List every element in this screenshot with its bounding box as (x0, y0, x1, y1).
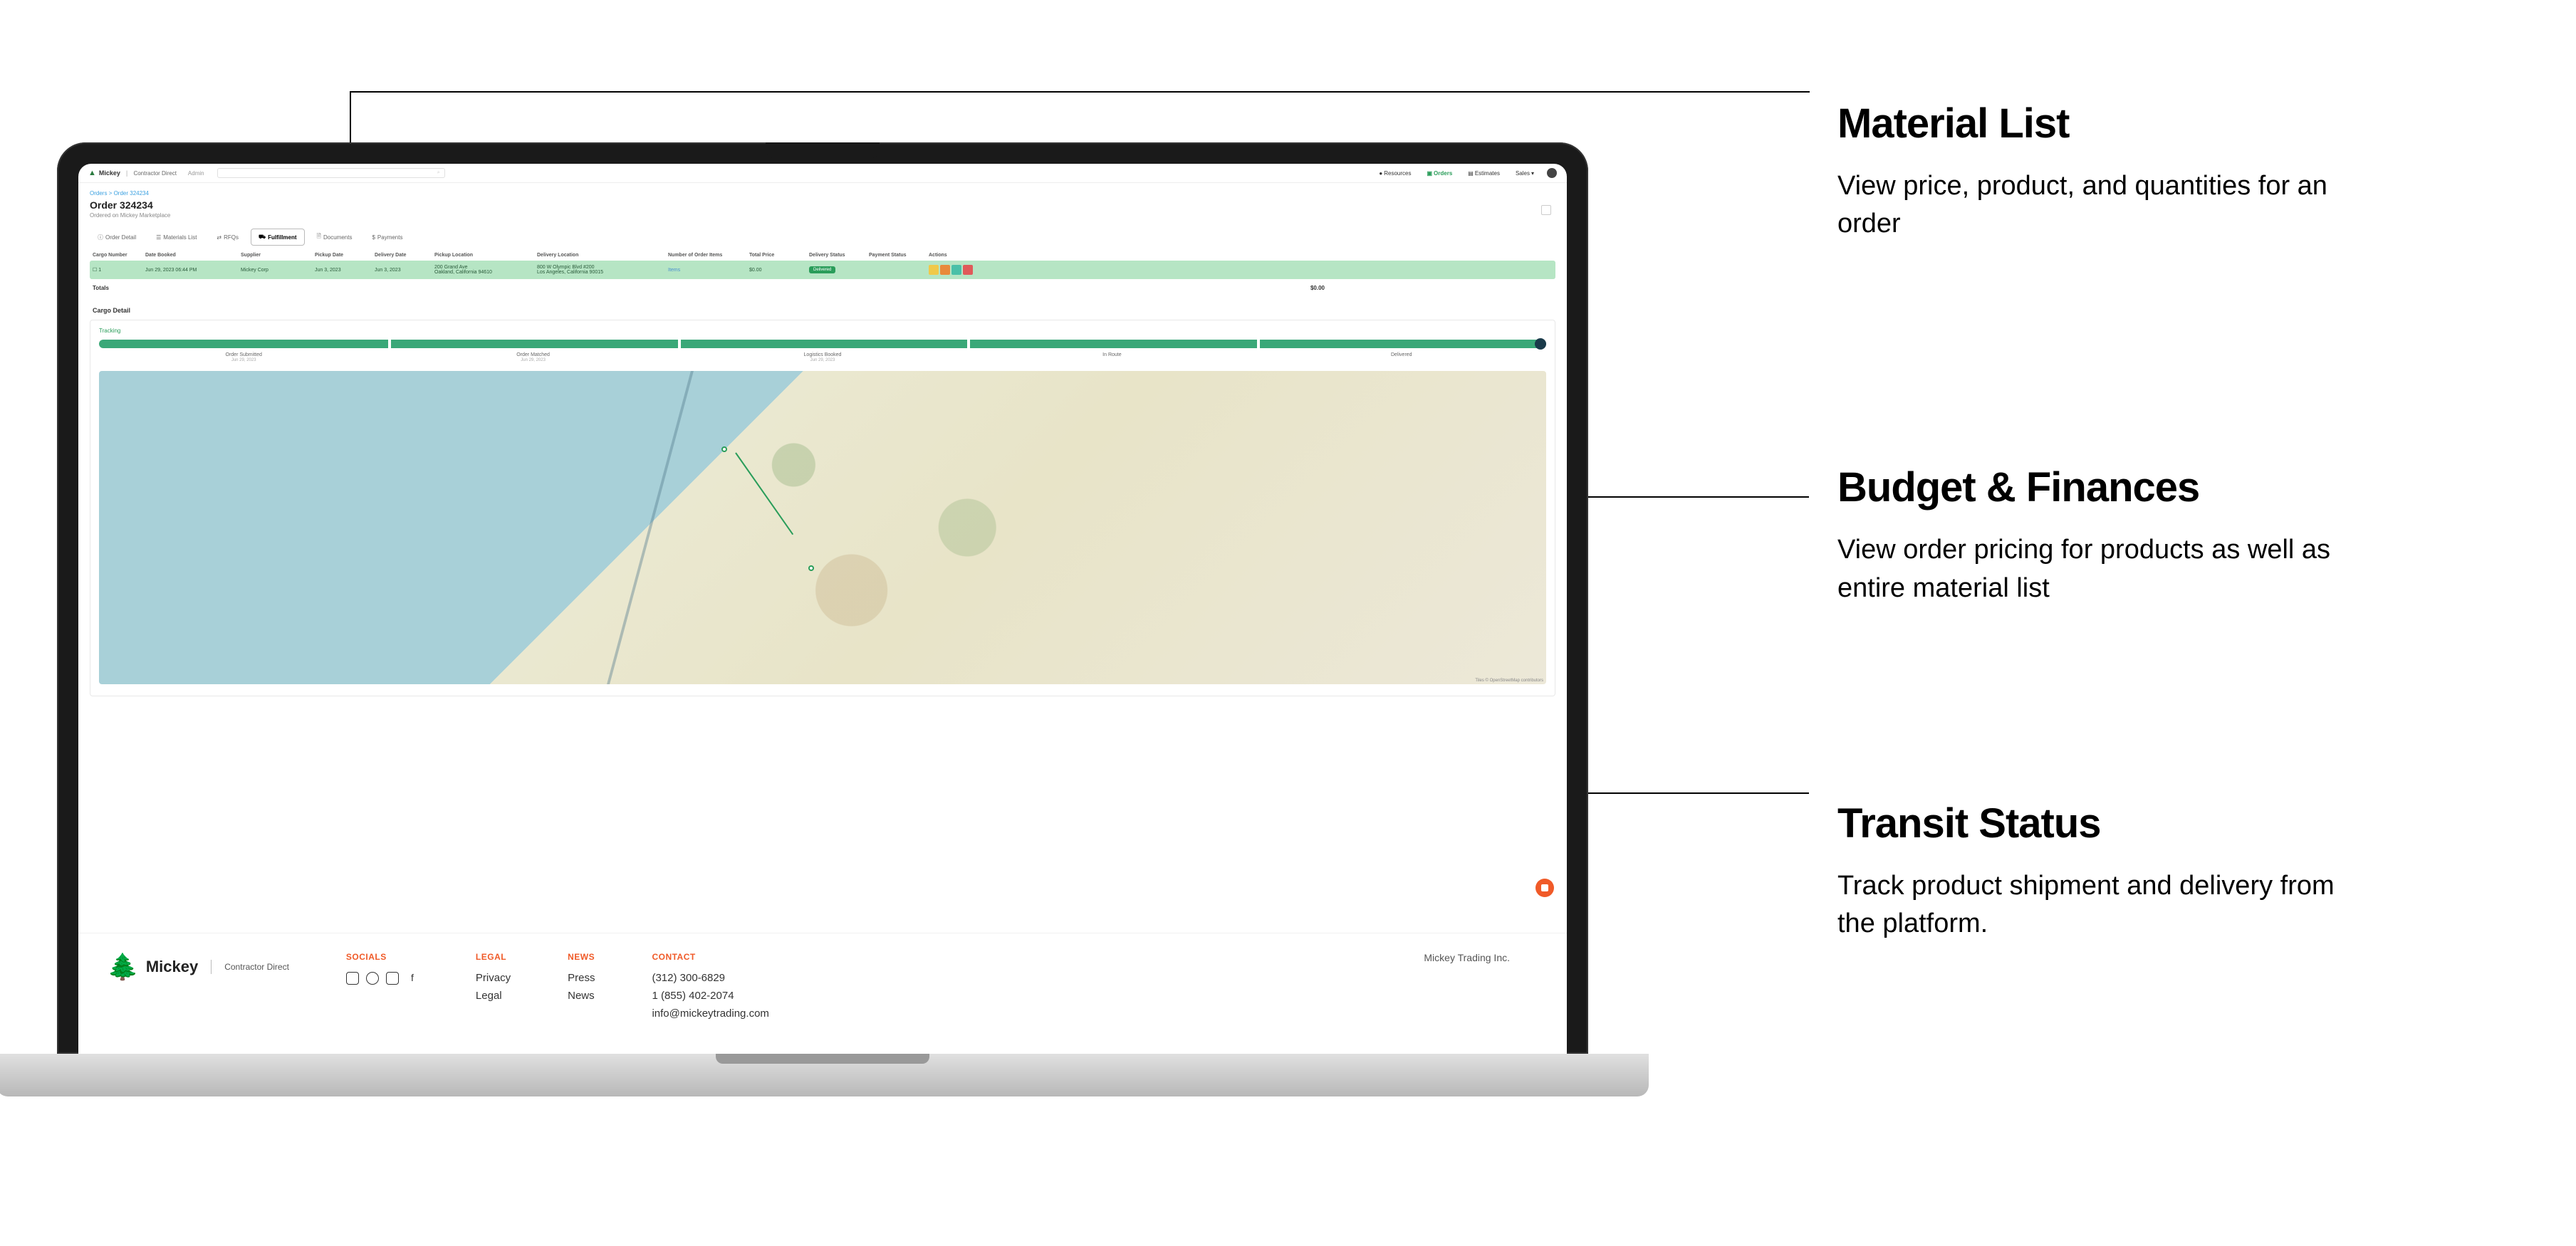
footer: 🌲 Mickey Contractor Direct SOCIALS f LE (78, 933, 1567, 1054)
callout-material-list: Material List View price, product, and q… (1837, 100, 2336, 243)
footer-socials: SOCIALS f (346, 952, 419, 985)
footer-legal: LEGAL Privacy Legal (476, 952, 511, 1007)
role-label: Admin (188, 170, 204, 177)
tab-payments[interactable]: $ Payments (364, 229, 410, 246)
avatar[interactable] (1547, 168, 1557, 178)
tab-materials[interactable]: ☰ Materials List (148, 229, 204, 246)
link-press[interactable]: Press (568, 972, 595, 984)
contact-phone1[interactable]: (312) 300-6829 (652, 972, 768, 984)
link-privacy[interactable]: Privacy (476, 972, 511, 984)
topbar: ▲ Mickey | Contractor Direct Admin ⌕ ● R… (78, 164, 1567, 183)
table-header: Cargo Number Date Booked Supplier Pickup… (90, 253, 1555, 261)
map-pin-dest[interactable] (808, 565, 814, 571)
tracking-panel: Tracking Order SubmittedJun 29, 2023 Ord… (90, 320, 1555, 696)
brand-logo[interactable]: ▲ Mickey | Contractor Direct (88, 169, 177, 177)
stage: Order MatchedJun 29, 2023 (388, 352, 677, 362)
cell-actions (929, 265, 1000, 275)
cell-supplier: Mickey Corp (241, 268, 312, 273)
map-route-line (735, 453, 793, 535)
status-badge: Delivered (809, 266, 835, 273)
contact-email[interactable]: info@mickeytrading.com (652, 1007, 768, 1020)
page-body: Orders > Order 324234 Order 324234 Order… (78, 183, 1567, 703)
callout-title: Budget & Finances (1837, 464, 2336, 511)
laptop-mockup: ▲ Mickey | Contractor Direct Admin ⌕ ● R… (57, 142, 1588, 1096)
callout-desc: View order pricing for products as well … (1837, 531, 2336, 607)
facebook-icon[interactable]: f (406, 972, 419, 985)
footer-contact: CONTACT (312) 300-6829 1 (855) 402-2074 … (652, 952, 768, 1025)
tree-icon: ▲ (88, 169, 96, 177)
action-edit-icon[interactable] (929, 265, 939, 275)
linkedin-icon[interactable] (386, 972, 399, 985)
cargo-detail-heading: Cargo Detail (93, 307, 1553, 314)
callout-title: Transit Status (1837, 800, 2336, 847)
nav-orders[interactable]: ▣ Orders (1427, 170, 1452, 177)
cell-total: $0.00 (749, 268, 806, 273)
tree-icon: 🌲 (107, 952, 139, 982)
callout-desc: Track product shipment and delivery from… (1837, 867, 2336, 943)
tab-fulfillment[interactable]: ⛟ Fulfillment (251, 229, 305, 246)
tab-rfqs[interactable]: ⇄ RFQs (209, 229, 246, 246)
page-subtitle: Ordered on Mickey Marketplace (90, 212, 1555, 219)
footer-news: NEWS Press News (568, 952, 595, 1007)
callout-title: Material List (1837, 100, 2336, 147)
brand-sub: Contractor Direct (133, 170, 176, 177)
nav-estimates[interactable]: ▤ Estimates (1468, 170, 1500, 177)
footer-company: Mickey Trading Inc. (1424, 952, 1510, 963)
nav-sales[interactable]: Sales ▾ (1516, 170, 1534, 177)
tracking-progress (99, 340, 1546, 348)
feature-callouts: Material List View price, product, and q… (1837, 100, 2336, 1163)
footer-logo[interactable]: 🌲 Mickey Contractor Direct (107, 952, 289, 982)
action-track-icon[interactable] (951, 265, 961, 275)
app-screen: ▲ Mickey | Contractor Direct Admin ⌕ ● R… (78, 164, 1567, 1054)
progress-end-dot (1535, 338, 1546, 350)
cell-status: Delivered (809, 266, 866, 273)
callout-transit: Transit Status Track product shipment an… (1837, 800, 2336, 943)
stage: Order SubmittedJun 29, 2023 (99, 352, 388, 362)
breadcrumb[interactable]: Orders > Order 324234 (90, 190, 1555, 197)
print-icon[interactable] (1541, 205, 1551, 215)
twitter-icon[interactable] (366, 972, 379, 985)
table-row[interactable]: ☐ 1 Jun 29, 2023 06:44 PM Mickey Corp Ju… (90, 261, 1555, 279)
map-pin-origin[interactable] (721, 446, 727, 452)
stage: In Route (967, 352, 1256, 362)
tracking-label: Tracking (99, 328, 1546, 334)
cell-delivery-date: Jun 3, 2023 (375, 268, 432, 273)
map-attribution: Tiles © OpenStreetMap contributors (1475, 679, 1543, 683)
callout-budget: Budget & Finances View order pricing for… (1837, 464, 2336, 607)
search-input[interactable]: ⌕ (217, 168, 445, 178)
page-title: Order 324234 (90, 199, 1555, 211)
callout-desc: View price, product, and quantities for … (1837, 167, 2336, 243)
stage: Delivered (1257, 352, 1546, 362)
instagram-icon[interactable] (346, 972, 359, 985)
cell-cargo-number: ☐ 1 (93, 267, 142, 273)
action-doc-icon[interactable] (940, 265, 950, 275)
brand-name: Mickey (99, 169, 120, 177)
chat-fab[interactable] (1535, 879, 1554, 897)
totals-label: Totals (93, 285, 142, 291)
cell-date-booked: Jun 29, 2023 06:44 PM (145, 268, 238, 273)
cell-items[interactable]: Items (668, 268, 746, 273)
cell-pickup-loc: 200 Grand AveOakland, California 94610 (434, 265, 534, 275)
stage: Logistics BookedJun 29, 2023 (678, 352, 967, 362)
contact-phone2[interactable]: 1 (855) 402-2074 (652, 990, 768, 1002)
link-news[interactable]: News (568, 990, 595, 1002)
tracking-map[interactable]: Tiles © OpenStreetMap contributors (99, 371, 1546, 684)
cell-pickup-date: Jun 3, 2023 (315, 268, 372, 273)
tab-documents[interactable]: 🗎 Documents (309, 229, 360, 246)
cell-delivery-loc: 800 W Olympic Blvd #200Los Angeles, Cali… (537, 265, 665, 275)
link-legal[interactable]: Legal (476, 990, 511, 1002)
tab-order-detail[interactable]: ⓘ Order Detail (90, 229, 144, 246)
action-delete-icon[interactable] (963, 265, 973, 275)
tracking-stages: Order SubmittedJun 29, 2023 Order Matche… (99, 352, 1546, 362)
order-tabs: ⓘ Order Detail ☰ Materials List ⇄ RFQs ⛟… (90, 229, 1555, 246)
totals-value: $0.00 (1310, 285, 1325, 291)
nav-resources[interactable]: ● Resources (1379, 170, 1411, 177)
totals-row: Totals $0.00 (90, 279, 1555, 297)
